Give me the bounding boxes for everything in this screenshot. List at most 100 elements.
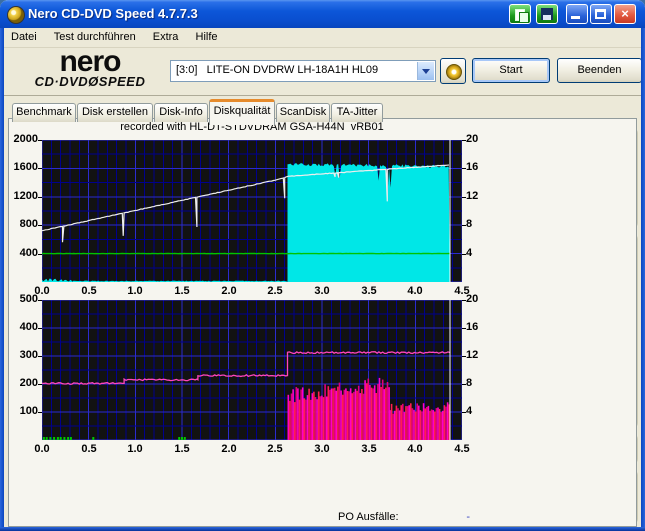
y-axis-tick [38, 300, 42, 301]
x-axis-tick-label: 4.5 [445, 443, 479, 455]
close-icon: × [621, 6, 629, 21]
y-axis-right-tick-label: 20 [466, 133, 492, 145]
y-axis-tick-label: 100 [2, 405, 38, 417]
x-axis-tick-label: 3.0 [305, 285, 339, 297]
x-axis-tick-label: 1.5 [165, 285, 199, 297]
speed-disc-glyph: Ø [88, 74, 99, 89]
y-axis-right-tick-label: 16 [466, 321, 492, 333]
nero-logo-brand: nero [20, 48, 160, 76]
y-axis-right-tick-label: 20 [466, 293, 492, 305]
y-axis-right-tick [462, 168, 466, 169]
y-axis-tick [38, 197, 42, 198]
y-axis-tick-label: 400 [2, 247, 38, 259]
window-border-left [0, 28, 4, 531]
y-axis-tick-label: 1200 [2, 190, 38, 202]
tab-scandisk[interactable]: ScanDisk [276, 103, 330, 122]
x-axis-tick-label: 2.5 [258, 443, 292, 455]
x-axis-tick-label: 3.5 [352, 285, 386, 297]
y-axis-right-tick [462, 384, 466, 385]
y-axis-tick-label: 1600 [2, 161, 38, 173]
nero-logo-product: CD·DVDØSPEED [20, 74, 160, 89]
pi-errors-plot [42, 140, 462, 282]
y-axis-tick-label: 800 [2, 218, 38, 230]
y-axis-tick-label: 300 [2, 349, 38, 361]
disc-tray-button[interactable] [440, 58, 466, 84]
x-axis-tick-label: 4.0 [398, 443, 432, 455]
y-axis-tick [38, 140, 42, 141]
po-failures-value: - [400, 511, 470, 523]
window-title: Nero CD-DVD Speed 4.7.7.3 [28, 6, 198, 21]
app-icon [7, 6, 25, 24]
disc-hand-icon [446, 64, 462, 80]
y-axis-right-tick [462, 254, 466, 255]
y-axis-tick [38, 412, 42, 413]
nero-logo: nero CD·DVDØSPEED [20, 48, 160, 89]
tab-disk-erstellen[interactable]: Disk erstellen [77, 103, 153, 122]
quit-button[interactable]: Beenden [557, 58, 642, 83]
menu-datei[interactable]: Datei [4, 28, 44, 43]
pi-failures-plot [42, 300, 462, 440]
x-axis-tick-label: 3.0 [305, 443, 339, 455]
title-bar[interactable]: Nero CD-DVD Speed 4.7.7.3 × [0, 0, 645, 28]
pi-failures-chart: 500400300200100201612840.00.51.01.52.02.… [0, 300, 492, 456]
y-axis-right-tick-label: 4 [466, 405, 492, 417]
y-axis-tick [38, 384, 42, 385]
x-axis-tick-label: 0.5 [72, 285, 106, 297]
menu-test-durchfuehren[interactable]: Test durchführen [47, 28, 143, 43]
y-axis-tick-label: 500 [2, 293, 38, 305]
y-axis-right-tick-label: 8 [466, 377, 492, 389]
y-axis-right-tick-label: 4 [466, 247, 492, 259]
chevron-down-icon[interactable] [417, 62, 434, 80]
toolbar: nero CD·DVDØSPEED [3:0] LITE-ON DVDRW LH… [4, 48, 641, 96]
y-axis-tick [38, 356, 42, 357]
y-axis-right-tick-label: 12 [466, 349, 492, 361]
window-border-right [641, 28, 645, 531]
tab-benchmark[interactable]: Benchmark [12, 103, 76, 122]
y-axis-tick [38, 254, 42, 255]
drive-select[interactable]: [3:0] LITE-ON DVDRW LH-18A1H HL09 [170, 60, 436, 82]
y-axis-right-tick [462, 300, 466, 301]
x-axis-tick-label: 4.0 [398, 285, 432, 297]
y-axis-right-tick [462, 328, 466, 329]
x-axis-tick-label: 2.5 [258, 285, 292, 297]
y-axis-tick-label: 400 [2, 321, 38, 333]
minimize-icon [571, 16, 580, 19]
x-axis-tick-label: 2.0 [212, 443, 246, 455]
menu-hilfe[interactable]: Hilfe [189, 28, 225, 43]
y-axis-right-tick [462, 356, 466, 357]
drive-select-value: [3:0] LITE-ON DVDRW LH-18A1H HL09 [176, 64, 378, 76]
x-axis-tick-label: 1.5 [165, 443, 199, 455]
y-axis-right-tick-label: 8 [466, 218, 492, 230]
y-axis-tick [38, 328, 42, 329]
pi-errors-chart: 200016001200800400201612840.00.51.01.52.… [0, 140, 492, 300]
y-axis-tick-label: 2000 [2, 133, 38, 145]
start-button[interactable]: Start [472, 58, 550, 83]
x-axis-tick-label: 0.5 [72, 443, 106, 455]
x-axis-tick-label: 1.0 [118, 443, 152, 455]
copy-button[interactable] [509, 4, 531, 24]
tab-diskqualitaet[interactable]: Diskqualität [209, 99, 275, 125]
maximize-button[interactable] [590, 4, 612, 24]
maximize-icon [595, 9, 606, 19]
save-button[interactable] [536, 4, 558, 24]
y-axis-tick [38, 168, 42, 169]
menu-extra[interactable]: Extra [146, 28, 186, 43]
y-axis-right-tick-label: 12 [466, 190, 492, 202]
app-window: Nero CD-DVD Speed 4.7.7.3 × Datei Test d… [0, 0, 645, 531]
y-axis-tick [38, 225, 42, 226]
tab-ta-jitter[interactable]: TA-Jitter [331, 103, 383, 122]
y-axis-tick-label: 200 [2, 377, 38, 389]
minimize-button[interactable] [566, 4, 588, 24]
x-axis-tick-label: 2.0 [212, 285, 246, 297]
y-axis-right-tick-label: 16 [466, 161, 492, 173]
window-border-bottom [0, 527, 645, 531]
close-button[interactable]: × [614, 4, 636, 24]
x-axis-tick-label: 3.5 [352, 443, 386, 455]
tab-disk-info[interactable]: Disk-Info [154, 103, 208, 122]
y-axis-right-tick [462, 412, 466, 413]
po-failures-label: PO Ausfälle: [338, 511, 399, 523]
y-axis-right-tick [462, 140, 466, 141]
x-axis-tick-label: 1.0 [118, 285, 152, 297]
y-axis-right-tick [462, 225, 466, 226]
x-axis-tick-label: 0.0 [25, 443, 59, 455]
